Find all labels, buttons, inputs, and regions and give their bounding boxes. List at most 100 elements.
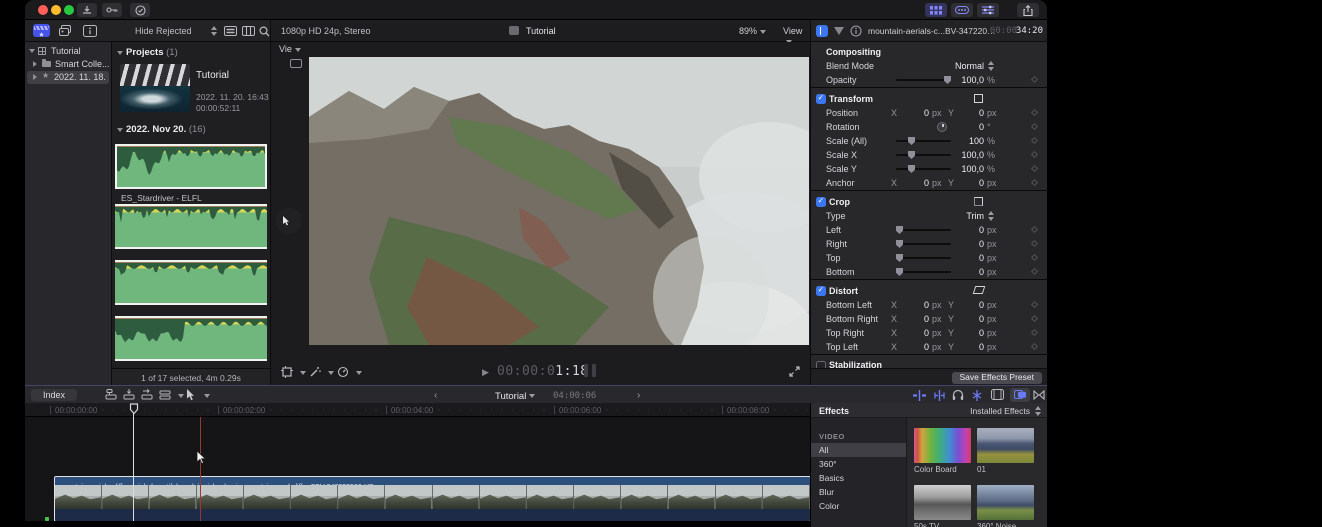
audio-clip[interactable] <box>115 260 267 305</box>
share-button[interactable] <box>1017 3 1039 17</box>
search-button[interactable] <box>259 26 270 37</box>
sidebar-item-smart-collections[interactable]: Smart Colle... <box>25 58 111 71</box>
append-clip-button[interactable] <box>141 389 153 400</box>
crop-checkbox[interactable] <box>816 196 826 207</box>
crop-type-value[interactable]: Trim <box>929 211 984 221</box>
effect-thumb-360-noise[interactable] <box>977 485 1034 520</box>
effect-thumb-color-board[interactable] <box>914 428 971 463</box>
overwrite-clip-button[interactable] <box>159 389 171 400</box>
position-y-value[interactable]: 0 <box>959 108 984 118</box>
crop-bottom-slider-thumb[interactable] <box>896 268 903 276</box>
index-button[interactable]: Index <box>31 388 77 401</box>
reset-control-icon[interactable] <box>1030 300 1039 309</box>
reset-control-icon[interactable] <box>1030 150 1039 159</box>
distort-br-y[interactable]: 0 <box>959 314 984 324</box>
chevron-down-icon[interactable] <box>356 371 362 375</box>
timeline-forward-button[interactable]: › <box>637 390 640 401</box>
save-effects-preset-button[interactable]: Save Effects Preset <box>951 371 1042 384</box>
scale-y-value[interactable]: 100,0 <box>929 164 984 174</box>
rotation-value[interactable]: 0 <box>937 122 984 132</box>
photos-audio-sidebar-button[interactable] <box>58 25 73 37</box>
play-button[interactable]: ▶ <box>482 367 489 378</box>
titles-generators-sidebar-button[interactable] <box>83 25 97 37</box>
reset-control-icon[interactable] <box>1030 122 1039 131</box>
transform-onscreen-icon[interactable] <box>974 93 983 103</box>
reset-control-icon[interactable] <box>1030 239 1039 248</box>
viewer-overlay-dropdown[interactable]: Vie <box>279 44 301 54</box>
effects-category-360[interactable]: 360° <box>811 457 906 471</box>
trim-end-button[interactable] <box>933 389 946 401</box>
distort-tr-x[interactable]: 0 <box>904 328 929 338</box>
crop-right-slider-thumb[interactable] <box>896 240 903 248</box>
fullscreen-button[interactable] <box>789 366 800 377</box>
blend-mode-value[interactable]: Normal <box>929 61 984 71</box>
distort-onscreen-icon[interactable] <box>972 285 986 294</box>
retime-button[interactable] <box>337 366 349 378</box>
info-inspector-tab[interactable] <box>850 25 862 37</box>
stepper-icon[interactable] <box>988 211 995 221</box>
reset-control-icon[interactable] <box>1030 342 1039 351</box>
transform-checkbox[interactable] <box>816 93 826 104</box>
stepper-icon[interactable] <box>988 61 995 71</box>
installed-effects-dropdown[interactable]: Installed Effects <box>970 406 1030 416</box>
tools-menu-button[interactable] <box>187 389 196 401</box>
minimize-window-button[interactable] <box>51 5 61 15</box>
trim-start-button[interactable] <box>913 389 926 401</box>
reset-control-icon[interactable] <box>1030 164 1039 173</box>
effects-category-basics[interactable]: Basics <box>811 471 906 485</box>
sidebar-item-library[interactable]: Tutorial <box>25 45 111 58</box>
reset-control-icon[interactable] <box>1030 108 1039 117</box>
close-window-button[interactable] <box>38 5 48 15</box>
scale-x-slider-thumb[interactable] <box>908 151 915 159</box>
event-disclosure-icon[interactable] <box>117 128 123 132</box>
scale-all-slider-thumb[interactable] <box>908 137 915 145</box>
disclosure-triangle-icon[interactable] <box>29 49 35 53</box>
distort-tr-y[interactable]: 0 <box>959 328 984 338</box>
filmstrip-view-button[interactable] <box>242 26 255 36</box>
chevron-down-icon[interactable] <box>178 394 184 398</box>
distort-bl-x[interactable]: 0 <box>904 300 929 310</box>
crop-top-value[interactable]: 0 <box>929 253 984 263</box>
chevron-down-icon[interactable] <box>204 394 210 398</box>
keyword-editor-button[interactable] <box>102 3 122 17</box>
transitions-browser-toggle[interactable] <box>1033 389 1045 400</box>
audio-clip-selected[interactable] <box>115 144 267 189</box>
compare-icon[interactable] <box>290 59 302 68</box>
snapping-button[interactable] <box>971 389 983 401</box>
effect-thumb-01[interactable] <box>977 428 1034 463</box>
effects-category-all[interactable]: All <box>811 443 906 457</box>
timeline-ruler[interactable]: 00:00:00:00 00:00:02:00 00:00:04:00 00:0… <box>25 403 810 417</box>
crop-onscreen-icon[interactable] <box>974 196 983 206</box>
opacity-value[interactable]: 100,0 <box>929 75 984 85</box>
distort-tl-y[interactable]: 0 <box>959 342 984 352</box>
clip-appearance-button[interactable] <box>224 26 237 36</box>
media-sidebar-button[interactable] <box>33 24 50 37</box>
show-browser-button[interactable] <box>925 3 947 17</box>
reset-control-icon[interactable] <box>1030 328 1039 337</box>
distort-checkbox[interactable] <box>816 285 826 296</box>
filter-stepper-icon[interactable] <box>211 26 218 36</box>
enhancements-button[interactable] <box>309 366 321 378</box>
timeline-project-dropdown[interactable]: Tutorial <box>495 391 536 402</box>
effects-category-blur[interactable]: Blur <box>811 485 906 499</box>
crop-left-value[interactable]: 0 <box>929 225 984 235</box>
audio-meter-left[interactable] <box>584 364 588 377</box>
effects-category-color[interactable]: Color <box>811 499 906 513</box>
anchor-x-value[interactable]: 0 <box>904 178 929 188</box>
background-tasks-button[interactable] <box>130 3 150 17</box>
effects-browser-toggle[interactable] <box>1010 387 1030 402</box>
audio-clip[interactable] <box>115 204 267 249</box>
crop-left-slider-thumb[interactable] <box>896 226 903 234</box>
anchor-y-value[interactable]: 0 <box>959 178 984 188</box>
show-timeline-button[interactable] <box>951 3 973 17</box>
crop-top-slider-thumb[interactable] <box>896 254 903 262</box>
reset-control-icon[interactable] <box>1030 178 1039 187</box>
position-x-value[interactable]: 0 <box>904 108 929 118</box>
show-inspector-button[interactable] <box>977 3 999 17</box>
color-inspector-tab[interactable] <box>834 27 844 35</box>
playhead-handle[interactable] <box>129 403 139 415</box>
zoom-window-button[interactable] <box>64 5 74 15</box>
reset-control-icon[interactable] <box>1030 253 1039 262</box>
reset-control-icon[interactable] <box>1030 75 1039 84</box>
clip-appearance-timeline-button[interactable] <box>991 389 1004 400</box>
